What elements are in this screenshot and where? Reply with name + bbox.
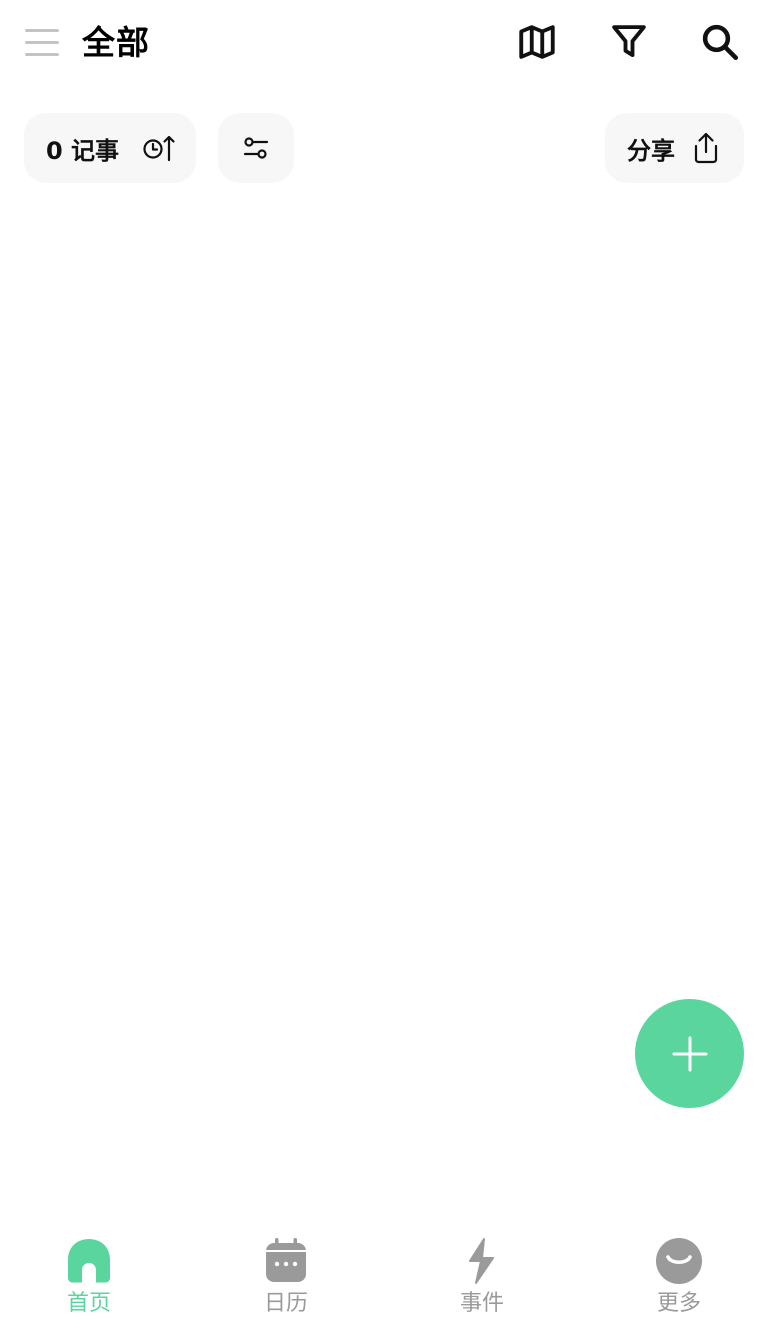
share-chip[interactable]: 分享 — [605, 113, 744, 183]
search-icon — [702, 24, 739, 61]
nav-label-events: 事件 — [459, 1291, 504, 1316]
nav-label-calendar: 日历 — [263, 1291, 308, 1316]
share-label: 分享 — [627, 136, 675, 165]
map-icon — [519, 25, 555, 59]
funnel-icon — [612, 25, 646, 58]
page-title: 全部 — [82, 23, 150, 62]
nav-label-home: 首页 — [66, 1291, 111, 1316]
filter-button[interactable] — [605, 18, 653, 66]
add-note-button[interactable] — [635, 999, 744, 1108]
notes-count-label: 0 记事 — [46, 136, 120, 165]
hamburger-icon-line — [25, 40, 59, 44]
home-icon — [68, 1239, 110, 1283]
search-button[interactable] — [696, 18, 744, 66]
calendar-icon — [266, 1238, 306, 1282]
bottom-navigation: 首页 日历 事件 更多 — [0, 1220, 769, 1328]
map-button[interactable] — [513, 18, 561, 66]
nav-item-events[interactable]: 事件 — [422, 1236, 542, 1326]
hamburger-icon-line — [25, 28, 59, 32]
plus-icon — [672, 1036, 707, 1071]
menu-button[interactable] — [20, 20, 64, 64]
hamburger-icon-line — [25, 52, 59, 56]
sliders-icon — [243, 137, 269, 159]
adjust-options-chip[interactable] — [218, 113, 294, 183]
nav-label-more: 更多 — [656, 1291, 701, 1316]
nav-item-home[interactable]: 首页 — [29, 1236, 149, 1326]
time-sort-icon — [143, 135, 175, 162]
nav-item-calendar[interactable]: 日历 — [226, 1236, 346, 1326]
top-app-bar: 全部 — [0, 0, 769, 86]
share-icon — [694, 132, 718, 164]
notes-count-sort-chip[interactable]: 0 记事 — [24, 113, 196, 183]
app-root: 全部 0 记事 分享 首页 日历 事件 更多 — [0, 0, 769, 1328]
lightning-icon — [469, 1238, 494, 1284]
smile-icon — [656, 1238, 702, 1284]
nav-item-more[interactable]: 更多 — [619, 1236, 739, 1326]
